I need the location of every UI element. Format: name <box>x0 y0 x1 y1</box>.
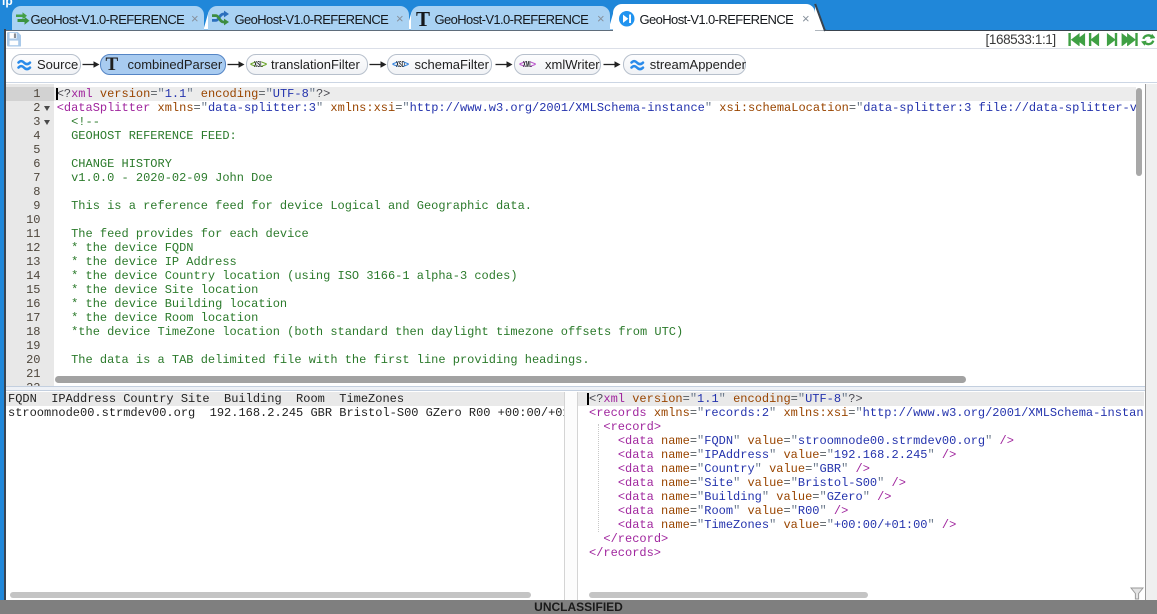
svg-text:>: > <box>403 59 409 71</box>
svg-text:>: > <box>261 59 267 71</box>
svg-text:>: > <box>530 59 536 71</box>
